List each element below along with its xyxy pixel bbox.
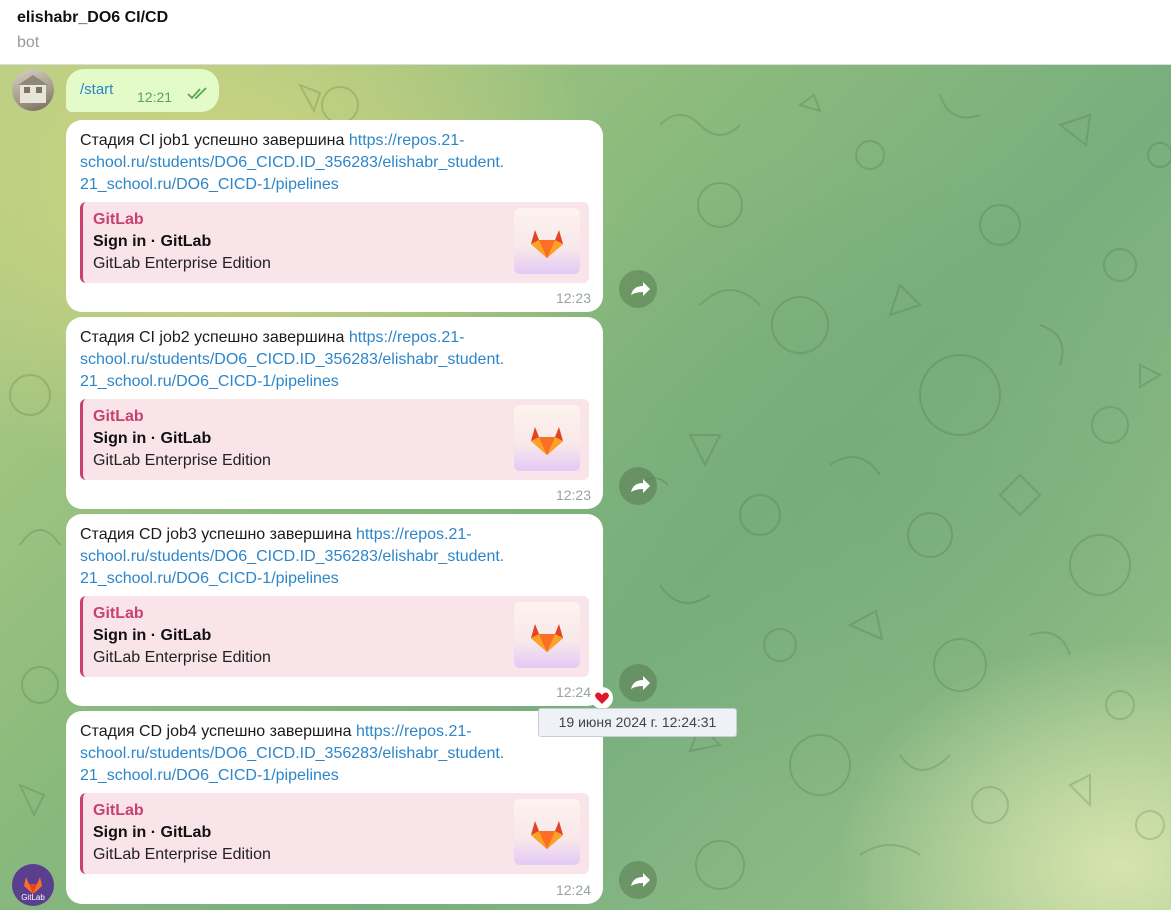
preview-site-name: GitLab (93, 211, 144, 228)
forward-button[interactable] (619, 664, 657, 702)
pipeline-link[interactable]: https://repos.21- (349, 132, 465, 149)
gitlab-logo-icon[interactable] (514, 602, 580, 668)
outgoing-message[interactable]: /start 12:21 (66, 69, 219, 112)
message-body: Стадия CI job1 успешно завершина (80, 132, 345, 149)
preview-site-name: GitLab (93, 605, 144, 622)
preview-description: GitLab Enterprise Edition (93, 846, 271, 863)
bot-avatar-label: GitLab (21, 893, 45, 902)
pipeline-link[interactable]: school.ru/students/DO6_CICD.ID_356283/el… (80, 745, 504, 762)
user-avatar[interactable] (12, 69, 54, 111)
message-text: Стадия CD job3 успешно завершина https:/… (80, 524, 589, 590)
message-time: 12:24 (555, 684, 591, 700)
message-time: 12:23 (555, 487, 591, 503)
pipeline-link[interactable]: https://repos.21- (356, 723, 472, 740)
chat-subtitle: bot (17, 34, 40, 51)
pipeline-link[interactable]: school.ru/students/DO6_CICD.ID_356283/el… (80, 351, 504, 368)
link-preview[interactable]: GitLab Sign in · GitLab GitLab Enterpris… (80, 399, 589, 480)
message-text: Стадия CI job2 успешно завершина https:/… (80, 327, 589, 393)
forward-arrow-icon (631, 676, 650, 690)
preview-title: Sign in · GitLab (93, 233, 212, 250)
gitlab-logo-icon[interactable] (514, 799, 580, 865)
pipeline-link[interactable]: school.ru/students/DO6_CICD.ID_356283/el… (80, 548, 504, 565)
pipeline-link[interactable]: 21_school.ru/DO6_CICD-1/pipelines (80, 373, 339, 390)
bot-message[interactable]: Стадия CD job4 успешно завершина https:/… (66, 711, 603, 904)
message-body: Стадия CI job2 успешно завершина (80, 329, 345, 346)
message-text: Стадия CD job4 успешно завершина https:/… (80, 721, 589, 787)
preview-title: Sign in · GitLab (93, 824, 212, 841)
forward-button[interactable] (619, 270, 657, 308)
message-time: 12:21 (137, 89, 173, 105)
pipeline-link[interactable]: https://repos.21- (356, 526, 472, 543)
timestamp-tooltip: 19 июня 2024 г. 12:24:31 (538, 708, 737, 737)
preview-title: Sign in · GitLab (93, 430, 212, 447)
chat-header[interactable]: elishabr_DO6 CI/CD bot (0, 0, 1171, 65)
link-preview[interactable]: GitLab Sign in · GitLab GitLab Enterpris… (80, 596, 589, 677)
message-body: Стадия CD job3 успешно завершина (80, 526, 352, 543)
bot-message[interactable]: Стадия CI job1 успешно завершина https:/… (66, 120, 603, 312)
message-time: 12:24 (555, 882, 591, 898)
chat-history[interactable]: /start 12:21 Стадия CI job1 успешно заве… (0, 65, 1171, 910)
pipeline-link[interactable]: school.ru/students/DO6_CICD.ID_356283/el… (80, 154, 504, 171)
forward-arrow-icon (631, 479, 650, 493)
pipeline-link[interactable]: 21_school.ru/DO6_CICD-1/pipelines (80, 176, 339, 193)
command-text[interactable]: /start (80, 81, 113, 98)
bot-message[interactable]: Стадия CD job3 успешно завершина https:/… (66, 514, 603, 706)
message-text: Стадия CI job1 успешно завершина https:/… (80, 130, 589, 196)
gitlab-logo-icon[interactable] (514, 405, 580, 471)
heart-icon[interactable] (590, 687, 614, 709)
forward-arrow-icon (631, 282, 650, 296)
chat-title: elishabr_DO6 CI/CD (17, 9, 169, 26)
bot-message[interactable]: Стадия CI job2 успешно завершина https:/… (66, 317, 603, 509)
message-body: Стадия CD job4 успешно завершина (80, 723, 352, 740)
gitlab-logo-icon[interactable] (514, 208, 580, 274)
message-time: 12:23 (555, 290, 591, 306)
forward-arrow-icon (631, 873, 650, 887)
bot-avatar[interactable]: GitLab (12, 864, 54, 906)
forward-button[interactable] (619, 467, 657, 505)
double-check-icon (187, 87, 207, 100)
forward-button[interactable] (619, 861, 657, 899)
pipeline-link[interactable]: 21_school.ru/DO6_CICD-1/pipelines (80, 767, 339, 784)
link-preview[interactable]: GitLab Sign in · GitLab GitLab Enterpris… (80, 793, 589, 874)
link-preview[interactable]: GitLab Sign in · GitLab GitLab Enterpris… (80, 202, 589, 283)
preview-description: GitLab Enterprise Edition (93, 452, 271, 469)
preview-site-name: GitLab (93, 802, 144, 819)
preview-title: Sign in · GitLab (93, 627, 212, 644)
pipeline-link[interactable]: https://repos.21- (349, 329, 465, 346)
user-avatar-photo (18, 75, 48, 103)
preview-description: GitLab Enterprise Edition (93, 649, 271, 666)
preview-description: GitLab Enterprise Edition (93, 255, 271, 272)
pipeline-link[interactable]: 21_school.ru/DO6_CICD-1/pipelines (80, 570, 339, 587)
preview-site-name: GitLab (93, 408, 144, 425)
